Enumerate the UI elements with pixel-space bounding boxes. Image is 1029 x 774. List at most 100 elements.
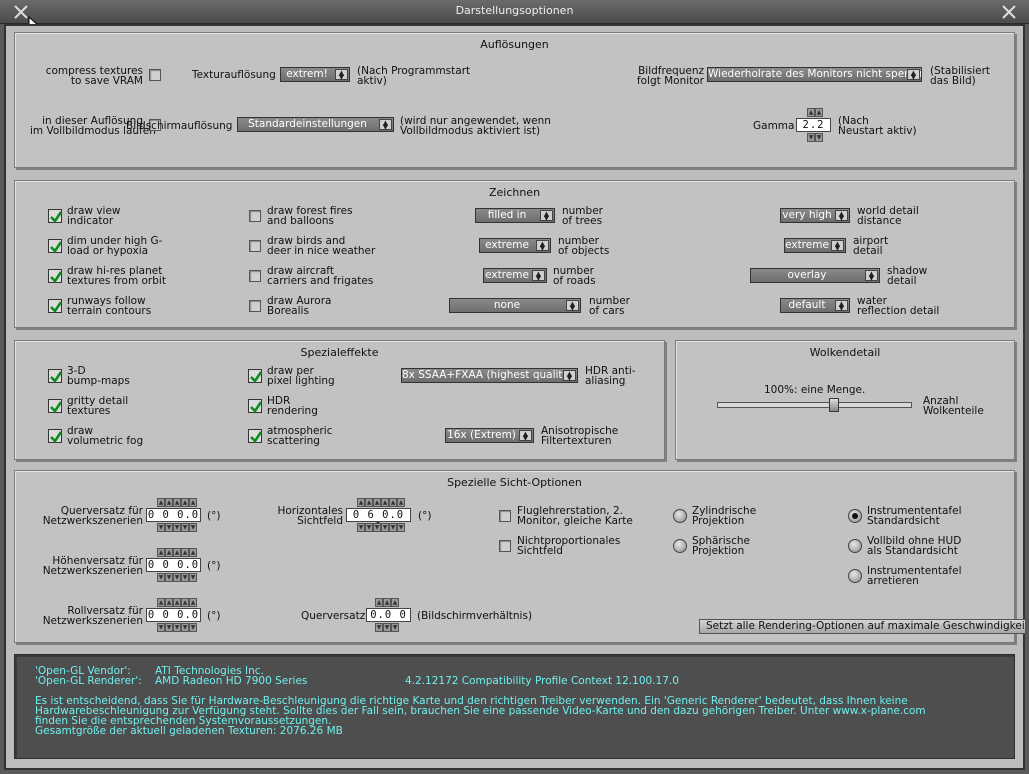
unit-label: (°) <box>207 510 221 522</box>
cloud-slider-knob[interactable] <box>829 398 839 412</box>
dropdown-label: number of objects <box>558 235 610 257</box>
querv-field[interactable]: 0.0 0 <box>366 608 411 622</box>
shadow-detail-dropdown[interactable]: overlay ▲ ▼ <box>750 268 880 283</box>
draw-view-indicator-checkbox[interactable] <box>48 209 63 223</box>
hoehe-label: Höhenversatz für Netzwerkszenerien <box>42 555 143 577</box>
bump-maps-checkbox[interactable] <box>48 369 63 383</box>
hsicht-up-arrows[interactable]: ▲ ▲ ▲ ▲ ▲ ▲ <box>357 498 405 507</box>
quer-down-arrows[interactable]: ▼ ▼ ▼ ▼ ▼ <box>157 523 197 532</box>
zylindrisch-radio[interactable] <box>673 509 687 523</box>
roll-field[interactable]: 0 0 0.0 <box>146 608 201 622</box>
querv-down-arrows[interactable]: ▼ ▼ ▼ <box>375 623 399 632</box>
hoehe-up-arrows[interactable]: ▲ ▲ ▲ ▲ ▲ <box>157 548 197 557</box>
unit-label: (°) <box>418 510 432 522</box>
dim-high-g-checkbox[interactable] <box>48 239 63 253</box>
window-title: Darstellungsoptionen <box>455 4 574 17</box>
updown-icon: ▲ ▼ <box>907 69 920 81</box>
runways-follow-checkbox[interactable] <box>48 299 63 313</box>
updown-icon: ▲ ▼ <box>335 69 348 81</box>
cloud-slider-value-text: 100%: eine Menge. <box>764 384 866 396</box>
dropdown-label: world detail distance <box>857 205 919 227</box>
bildschirm-label: Bildschirmauflösung <box>126 120 233 132</box>
querv-label: Querversatz <box>301 610 366 622</box>
checkbox-label: gritty detail textures <box>67 395 129 417</box>
radio-label: Instrumententafel arretieren <box>867 565 962 587</box>
hdr-aa-dropdown[interactable]: 8x SSAA+FXAA (highest quality) ▲ ▼ <box>401 368 578 383</box>
max-speed-button[interactable]: Setzt alle Rendering-Optionen auf maxima… <box>699 619 1026 634</box>
gamma-down-arrows[interactable]: ▼ ▼ <box>807 133 823 142</box>
bildschirm-note: (wird nur angewendet, wenn Vollbildmodus … <box>400 115 551 137</box>
unit-label: (°) <box>207 610 221 622</box>
sphaerisch-radio[interactable] <box>673 539 687 553</box>
aircraft-carriers-checkbox[interactable] <box>249 270 261 282</box>
updown-icon: ▲ ▼ <box>865 270 878 282</box>
textur-dropdown[interactable]: extrem! ▲ ▼ <box>280 67 350 82</box>
roads-dropdown[interactable]: extreme ▲ ▼ <box>483 268 547 283</box>
aurora-checkbox[interactable] <box>249 300 261 312</box>
textur-label: Texturauflösung <box>192 69 276 81</box>
nichtprop-checkbox[interactable] <box>499 540 511 552</box>
objects-dropdown[interactable]: extreme ▲ ▼ <box>479 238 551 253</box>
hoehe-down-arrows[interactable]: ▼ ▼ ▼ ▼ ▼ <box>157 573 197 582</box>
panel-title: Spezielle Sicht-Optionen <box>447 476 582 489</box>
dropdown-label: airport detail <box>853 235 889 257</box>
gamma-label: Gamma <box>753 120 795 132</box>
vollbild-hud-radio[interactable] <box>848 539 862 553</box>
close-icon-right[interactable] <box>1000 3 1018 21</box>
hsicht-field[interactable]: 0 6 0.0 0 <box>346 508 411 533</box>
arretieren-radio[interactable] <box>848 569 862 583</box>
birds-deer-checkbox[interactable] <box>249 240 261 252</box>
bildfreq-label: Bildfrequenz folgt Monitor <box>636 65 704 87</box>
hoehe-field[interactable]: 0 0 0.0 <box>146 558 201 572</box>
radio-label: Sphärische Projektion <box>692 535 751 557</box>
checkbox-label: draw hi-res planet textures from orbit <box>67 265 166 287</box>
dropdown-label: water reflection detail <box>857 295 940 317</box>
compress-textures-label: compress textures to save VRAM <box>45 65 143 87</box>
gritty-detail-checkbox[interactable] <box>48 399 63 413</box>
quer-up-arrows[interactable]: ▲ ▲ ▲ ▲ ▲ <box>157 498 197 507</box>
hi-res-planet-checkbox[interactable] <box>48 269 63 283</box>
dropdown-label: number of roads <box>553 265 596 287</box>
cloud-slider-track[interactable] <box>717 402 912 408</box>
bildfreq-dropdown[interactable]: Wiederholrate des Monitors nicht sperren… <box>707 67 922 82</box>
instrumententafel-radio[interactable] <box>848 509 862 523</box>
world-detail-dropdown[interactable]: very high ▲ ▼ <box>780 208 850 223</box>
roll-down-arrows[interactable]: ▼ ▼ ▼ ▼ ▼ <box>157 623 197 632</box>
updown-icon: ▲ ▼ <box>831 240 844 252</box>
panel-title: Spezialeffekte <box>300 346 379 359</box>
gamma-up-arrows[interactable]: ▲ ▲ <box>807 108 823 117</box>
radio-label: Zylindrische Projektion <box>692 505 757 527</box>
compress-textures-checkbox[interactable] <box>149 69 161 81</box>
fluglehrer-checkbox[interactable] <box>499 510 511 522</box>
aniso-label: Anisotropische Filtertexturen <box>541 425 619 447</box>
dropdown-label: number of trees <box>562 205 603 227</box>
querv-up-arrows[interactable]: ▲ ▲ ▲ <box>375 598 399 607</box>
bildschirm-dropdown[interactable]: Standardeinstellungen ▲ ▼ <box>237 117 394 132</box>
panel-aufloesungen: Auflösungen <box>14 32 1015 168</box>
checkbox-label: runways follow terrain contours <box>67 295 152 317</box>
updown-icon: ▲ ▼ <box>835 300 848 312</box>
info-text-4: Gesamtgröße der aktuell geladenen Textur… <box>35 725 343 737</box>
panel-title: Wolkendetail <box>809 346 881 359</box>
airport-detail-dropdown[interactable]: extreme ▲ ▼ <box>784 238 846 253</box>
hsicht-down-arrows[interactable]: ▼ ▼ ▼ ▼ ▼ ▼ <box>357 523 405 532</box>
cars-dropdown[interactable]: none ▲ ▼ <box>449 298 581 313</box>
gamma-field[interactable]: 2.2 <box>796 118 831 132</box>
atmospheric-scattering-checkbox[interactable] <box>248 429 263 443</box>
water-detail-dropdown[interactable]: default ▲ ▼ <box>780 298 850 313</box>
quer-field[interactable]: 0 0 0.0 <box>146 508 201 522</box>
updown-icon: ▲ ▼ <box>536 240 549 252</box>
aniso-dropdown[interactable]: 16x (Extrem) ▲ ▼ <box>445 428 534 443</box>
radio-label: Instrumententafel Standardsicht <box>867 505 962 527</box>
bildfreq-note: (Stabilisiert das Bild) <box>930 65 991 87</box>
panel-title: Zeichnen <box>488 186 541 199</box>
checkbox-label: Fluglehrerstation, 2. Monitor, gleiche Ka… <box>517 505 633 527</box>
trees-dropdown[interactable]: filled in ▲ ▼ <box>475 208 555 223</box>
updown-icon: ▲ ▼ <box>519 430 532 442</box>
radio-label: Vollbild ohne HUD als Standardsicht <box>867 535 962 557</box>
forest-fires-checkbox[interactable] <box>249 210 261 222</box>
roll-up-arrows[interactable]: ▲ ▲ ▲ ▲ ▲ <box>157 598 197 607</box>
volumetric-fog-checkbox[interactable] <box>48 429 63 443</box>
hdr-rendering-checkbox[interactable] <box>248 399 263 413</box>
pixel-lighting-checkbox[interactable] <box>248 369 263 383</box>
